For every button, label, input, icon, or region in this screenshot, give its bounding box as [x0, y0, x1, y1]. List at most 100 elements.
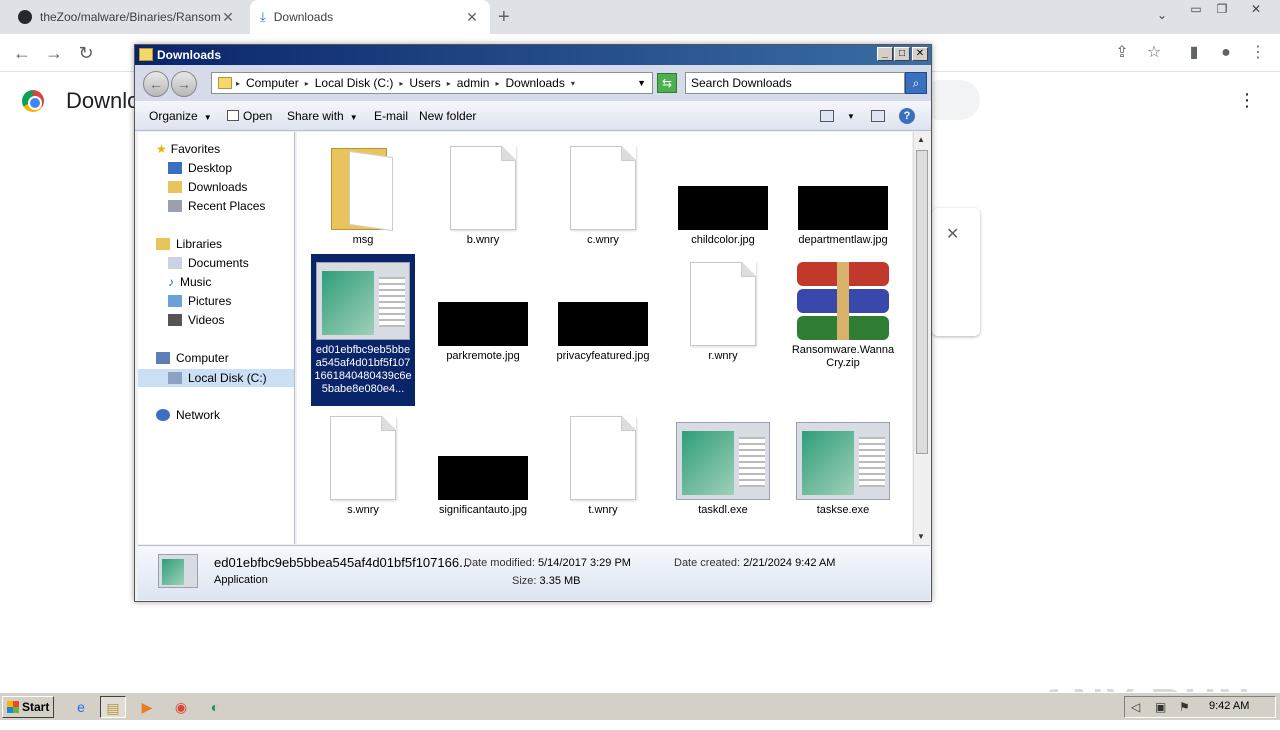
side-panel-icon[interactable]: ▮ — [1182, 42, 1206, 66]
media-player-icon[interactable]: ▶ — [134, 696, 160, 718]
file-item[interactable]: taskse.exe — [789, 422, 897, 517]
address-bar[interactable]: ▸ Computer ▸ Local Disk (C:) ▸ Users ▸ a… — [211, 72, 653, 94]
network-tray-icon[interactable]: ▣ — [1155, 700, 1166, 714]
chevron-down-icon[interactable]: ▼ — [847, 112, 855, 121]
nav-desktop[interactable]: Desktop — [168, 161, 232, 175]
nav-network[interactable]: Network — [156, 408, 220, 422]
menu-kebab-icon[interactable]: ⋮ — [1246, 42, 1270, 66]
nav-libraries[interactable]: Libraries — [156, 237, 222, 251]
file-item[interactable]: r.wnry — [669, 262, 777, 363]
file-item[interactable]: b.wnry — [429, 146, 537, 247]
file-item[interactable]: Ransomware.WannaCry.zip — [789, 262, 897, 370]
image-thumbnail — [798, 186, 888, 230]
back-button[interactable]: ← — [143, 71, 169, 97]
network-icon — [156, 409, 170, 421]
nav-recent-places[interactable]: Recent Places — [168, 199, 265, 213]
help-icon[interactable]: ? — [899, 108, 915, 124]
minimize-button[interactable]: _ — [877, 47, 893, 61]
file-item[interactable]: taskdl.exe — [669, 422, 777, 517]
chevron-right-icon[interactable]: ▸ — [236, 79, 240, 88]
close-icon[interactable]: ✕ — [946, 224, 959, 244]
new-folder-button[interactable]: New folder — [419, 109, 476, 123]
file-item[interactable]: t.wnry — [549, 416, 657, 517]
chevron-right-icon[interactable]: ▸ — [447, 79, 451, 88]
file-item[interactable]: significantauto.jpg — [429, 456, 537, 517]
file-item[interactable]: msg — [309, 142, 417, 247]
file-item[interactable]: departmentlaw.jpg — [789, 186, 897, 247]
file-item-selected[interactable]: ed01ebfbc9eb5bbea545af4d01bf5f1071661840… — [311, 254, 415, 406]
preview-pane-icon[interactable] — [871, 110, 885, 122]
start-button[interactable]: Start — [2, 696, 54, 718]
file-item[interactable]: s.wnry — [309, 416, 417, 517]
vertical-scrollbar[interactable]: ▲ ▼ — [913, 132, 930, 544]
close-button[interactable]: ✕ — [912, 47, 928, 61]
nav-documents[interactable]: Documents — [168, 256, 249, 270]
chevron-down-icon[interactable]: ⌄ — [1150, 8, 1174, 28]
minimize-button[interactable]: ▭ — [1184, 2, 1208, 22]
profile-avatar[interactable]: ● — [1214, 42, 1238, 66]
file-item[interactable]: parkremote.jpg — [429, 302, 537, 363]
forward-button[interactable]: → — [42, 42, 66, 66]
open-button[interactable]: Open — [227, 109, 272, 123]
tab-title: Downloads — [273, 10, 334, 24]
close-icon[interactable]: ✕ — [220, 9, 236, 26]
search-input[interactable]: Search Downloads — [685, 72, 905, 94]
search-icon[interactable]: ⌕ — [905, 72, 927, 94]
breadcrumb-local-disk[interactable]: Local Disk (C:) — [315, 76, 394, 90]
close-icon[interactable]: ✕ — [464, 9, 480, 26]
bookmark-star-icon[interactable]: ☆ — [1142, 42, 1166, 66]
share-with-button[interactable]: Share with ▼ — [287, 109, 358, 123]
breadcrumb-users[interactable]: Users — [409, 76, 440, 90]
refresh-button[interactable]: ⇆ — [657, 73, 677, 93]
chevron-right-icon[interactable]: ▸ — [399, 79, 403, 88]
ie-icon[interactable]: e — [68, 696, 94, 718]
restore-button[interactable]: ❐ — [1210, 2, 1234, 22]
close-window-button[interactable]: ✕ — [1244, 2, 1268, 22]
chevron-right-icon[interactable]: ▸ — [305, 79, 309, 88]
share-icon[interactable]: ⇪ — [1110, 42, 1134, 66]
edge-icon[interactable]: ◐ — [202, 696, 228, 718]
nav-computer[interactable]: Computer — [156, 351, 229, 365]
page-menu-icon[interactable]: ⋮ — [1238, 90, 1256, 111]
scroll-down-icon[interactable]: ▼ — [917, 532, 925, 541]
chrome-icon[interactable]: ◉ — [168, 696, 194, 718]
forward-button[interactable]: → — [171, 71, 197, 97]
scroll-up-icon[interactable]: ▲ — [917, 135, 925, 144]
new-tab-button[interactable]: + — [498, 6, 510, 29]
start-label: Start — [22, 700, 50, 714]
breadcrumb-computer[interactable]: Computer — [246, 76, 299, 90]
file-item[interactable]: c.wnry — [549, 146, 657, 247]
back-button[interactable]: ← — [10, 42, 34, 66]
window-titlebar[interactable]: Downloads _ □ ✕ — [135, 45, 931, 65]
computer-icon — [156, 352, 170, 364]
email-button[interactable]: E-mail — [374, 109, 408, 123]
address-dropdown-icon[interactable]: ▼ — [637, 78, 646, 88]
chevron-down-icon[interactable]: ▾ — [571, 79, 575, 88]
view-options-icon[interactable] — [820, 110, 834, 122]
videos-icon — [168, 314, 182, 326]
action-center-flag-icon[interactable]: ⚑ — [1179, 700, 1190, 714]
reload-button[interactable]: ↻ — [74, 42, 98, 66]
maximize-button[interactable]: □ — [894, 47, 910, 61]
explorer-icon[interactable]: ▤ — [100, 696, 126, 718]
tab-thezoo[interactable]: theZoo/malware/Binaries/Ransomwa ✕ — [8, 0, 246, 34]
nav-pictures[interactable]: Pictures — [168, 294, 231, 308]
file-name: taskdl.exe — [698, 504, 748, 516]
tab-downloads[interactable]: ⤓ Downloads ✕ — [250, 0, 490, 34]
nav-videos[interactable]: Videos — [168, 313, 224, 327]
volume-icon[interactable]: ◁ — [1131, 700, 1140, 714]
file-name: msg — [352, 234, 374, 246]
organize-button[interactable]: Organize ▼ — [149, 109, 212, 123]
nav-downloads[interactable]: Downloads — [168, 180, 247, 194]
scroll-thumb[interactable] — [916, 150, 928, 454]
breadcrumb-admin[interactable]: admin — [457, 76, 490, 90]
nav-local-disk[interactable]: Local Disk (C:) — [138, 369, 294, 387]
file-item[interactable]: childcolor.jpg — [669, 186, 777, 247]
desktop-icon — [168, 162, 182, 174]
nav-favorites[interactable]: ★ Favorites — [156, 142, 220, 156]
window-title: Downloads — [157, 48, 222, 62]
nav-music[interactable]: ♪ Music — [168, 275, 211, 289]
chevron-right-icon[interactable]: ▸ — [495, 79, 499, 88]
breadcrumb-downloads[interactable]: Downloads — [505, 76, 564, 90]
file-item[interactable]: privacyfeatured.jpg — [549, 302, 657, 363]
